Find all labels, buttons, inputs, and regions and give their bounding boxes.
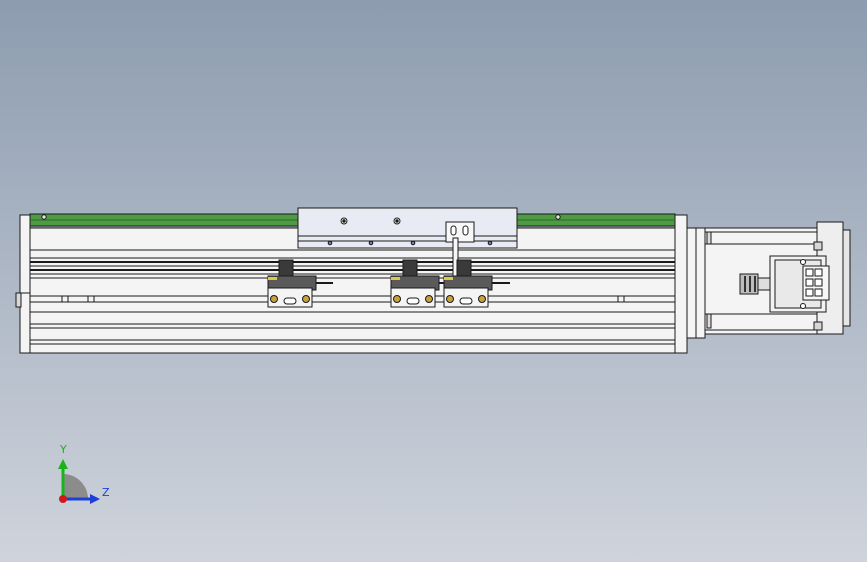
triad-quarter-disc — [63, 474, 88, 499]
left-end-cap — [19, 214, 31, 354]
coordinate-triad — [58, 459, 100, 504]
left-cap-plug — [15, 292, 22, 308]
servo-motor — [704, 221, 851, 335]
linear-actuator-drawing — [15, 207, 851, 504]
triad-y-arrowhead — [58, 459, 68, 469]
triad-z-label: Z — [102, 486, 110, 499]
graphics-viewport[interactable]: Y Z — [0, 0, 867, 562]
right-end-plate — [674, 214, 688, 354]
triad-y-label: Y — [60, 443, 67, 456]
triad-z-arrowhead — [90, 494, 100, 504]
triad-origin — [59, 495, 67, 503]
